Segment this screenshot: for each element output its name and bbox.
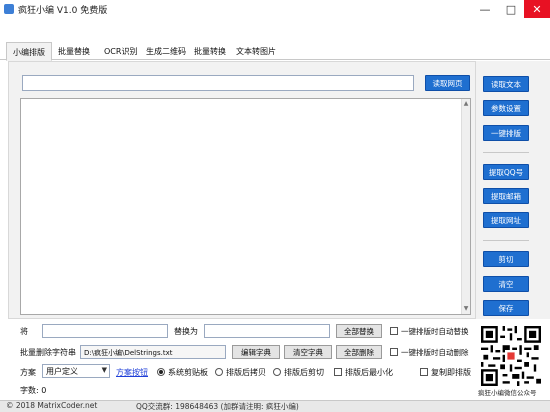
- replace-to-label: 替换为: [174, 327, 198, 336]
- close-button[interactable]: ✕: [524, 0, 550, 18]
- scheme-select[interactable]: 用户定义 ▼: [42, 364, 110, 378]
- delete-all-button[interactable]: 全部删除: [336, 345, 382, 359]
- one-key-format-button[interactable]: 一键排版: [483, 125, 529, 141]
- radio-copy-after-label: 排版后拷贝: [226, 368, 266, 377]
- app-icon: [4, 4, 14, 14]
- minimize-button[interactable]: —: [472, 0, 498, 18]
- extract-url-button[interactable]: 提取网址: [483, 212, 529, 228]
- extract-qq-button[interactable]: 提取QQ号: [483, 164, 529, 180]
- delete-file-path[interactable]: D:\疯狂小编\DelStrings.txt: [80, 345, 226, 359]
- replace-all-button[interactable]: 全部替换: [336, 324, 382, 338]
- scroll-up-icon[interactable]: ▲: [462, 100, 470, 108]
- delete-strings-label: 批量删除字符串: [20, 348, 76, 357]
- window-title: 疯狂小编 V1.0 免费版: [18, 6, 108, 16]
- tab-qrcode[interactable]: 生成二维码: [140, 44, 192, 60]
- radio-system-clipboard[interactable]: [157, 368, 165, 376]
- cut-button[interactable]: 剪切: [483, 251, 529, 267]
- url-input[interactable]: [22, 75, 414, 91]
- scheme-label: 方案: [20, 368, 36, 377]
- maximize-button[interactable]: □: [498, 0, 524, 18]
- clear-dict-button[interactable]: 清空字典: [284, 345, 332, 359]
- extract-email-button[interactable]: 提取邮箱: [483, 188, 529, 204]
- radio-cut-after[interactable]: [273, 368, 281, 376]
- clear-button[interactable]: 清空: [483, 276, 529, 292]
- app-window: 疯狂小编 V1.0 免费版 — □ ✕ 小编排版 批量替换 OCR识别 生成二维…: [0, 0, 550, 412]
- char-count: 字数: 0: [20, 386, 47, 395]
- qr-code-image: [481, 326, 541, 386]
- radio-system-clipboard-label: 系统剪贴板: [168, 368, 208, 377]
- auto-replace-checkbox[interactable]: [390, 327, 398, 335]
- chevron-down-icon: ▼: [101, 366, 107, 374]
- scheme-selected-value: 用户定义: [46, 367, 78, 376]
- copy-to-format-label: 复制即排版: [431, 368, 471, 377]
- tab-batch-replace[interactable]: 批量替换: [52, 44, 96, 60]
- tab-ocr[interactable]: OCR识别: [98, 44, 143, 60]
- scroll-down-icon[interactable]: ▼: [462, 305, 470, 313]
- radio-dot: [159, 370, 163, 374]
- minimize-after-checkbox[interactable]: [334, 368, 342, 376]
- copyright-text: © 2018 MatrixCoder.net: [6, 401, 98, 410]
- copy-to-format-checkbox[interactable]: [420, 368, 428, 376]
- tab-batch-convert[interactable]: 批量转换: [188, 44, 232, 60]
- save-button[interactable]: 保存: [483, 300, 529, 316]
- replace-from-label: 将: [20, 327, 28, 336]
- radio-copy-after[interactable]: [215, 368, 223, 376]
- qr-caption: 疯狂小编微信公众号: [478, 389, 537, 397]
- vertical-scrollbar[interactable]: [461, 99, 470, 314]
- auto-delete-checkbox[interactable]: [390, 348, 398, 356]
- minimize-after-label: 排版后最小化: [345, 368, 393, 377]
- replace-to-input[interactable]: [204, 324, 330, 338]
- edit-dict-button[interactable]: 编辑字典: [232, 345, 280, 359]
- auto-replace-label: 一键排版时自动替换: [401, 327, 469, 336]
- param-settings-button[interactable]: 参数设置: [483, 100, 529, 116]
- tab-text-to-image[interactable]: 文本转图片: [230, 44, 282, 60]
- separator: [483, 152, 529, 153]
- read-web-button[interactable]: 读取网页: [425, 75, 470, 91]
- radio-cut-after-label: 排版后剪切: [284, 368, 324, 377]
- scheme-link[interactable]: 方案按钮: [116, 367, 148, 378]
- tab-layout[interactable]: 小编排版: [6, 42, 52, 61]
- read-text-button[interactable]: 读取文本: [483, 76, 529, 92]
- separator: [483, 240, 529, 241]
- replace-from-input[interactable]: [42, 324, 168, 338]
- qq-group-text: QQ交流群: 198648463 (加群请注明: 疯狂小编): [136, 402, 299, 411]
- content-textarea[interactable]: [20, 98, 471, 315]
- auto-delete-label: 一键排版时自动删除: [401, 348, 469, 357]
